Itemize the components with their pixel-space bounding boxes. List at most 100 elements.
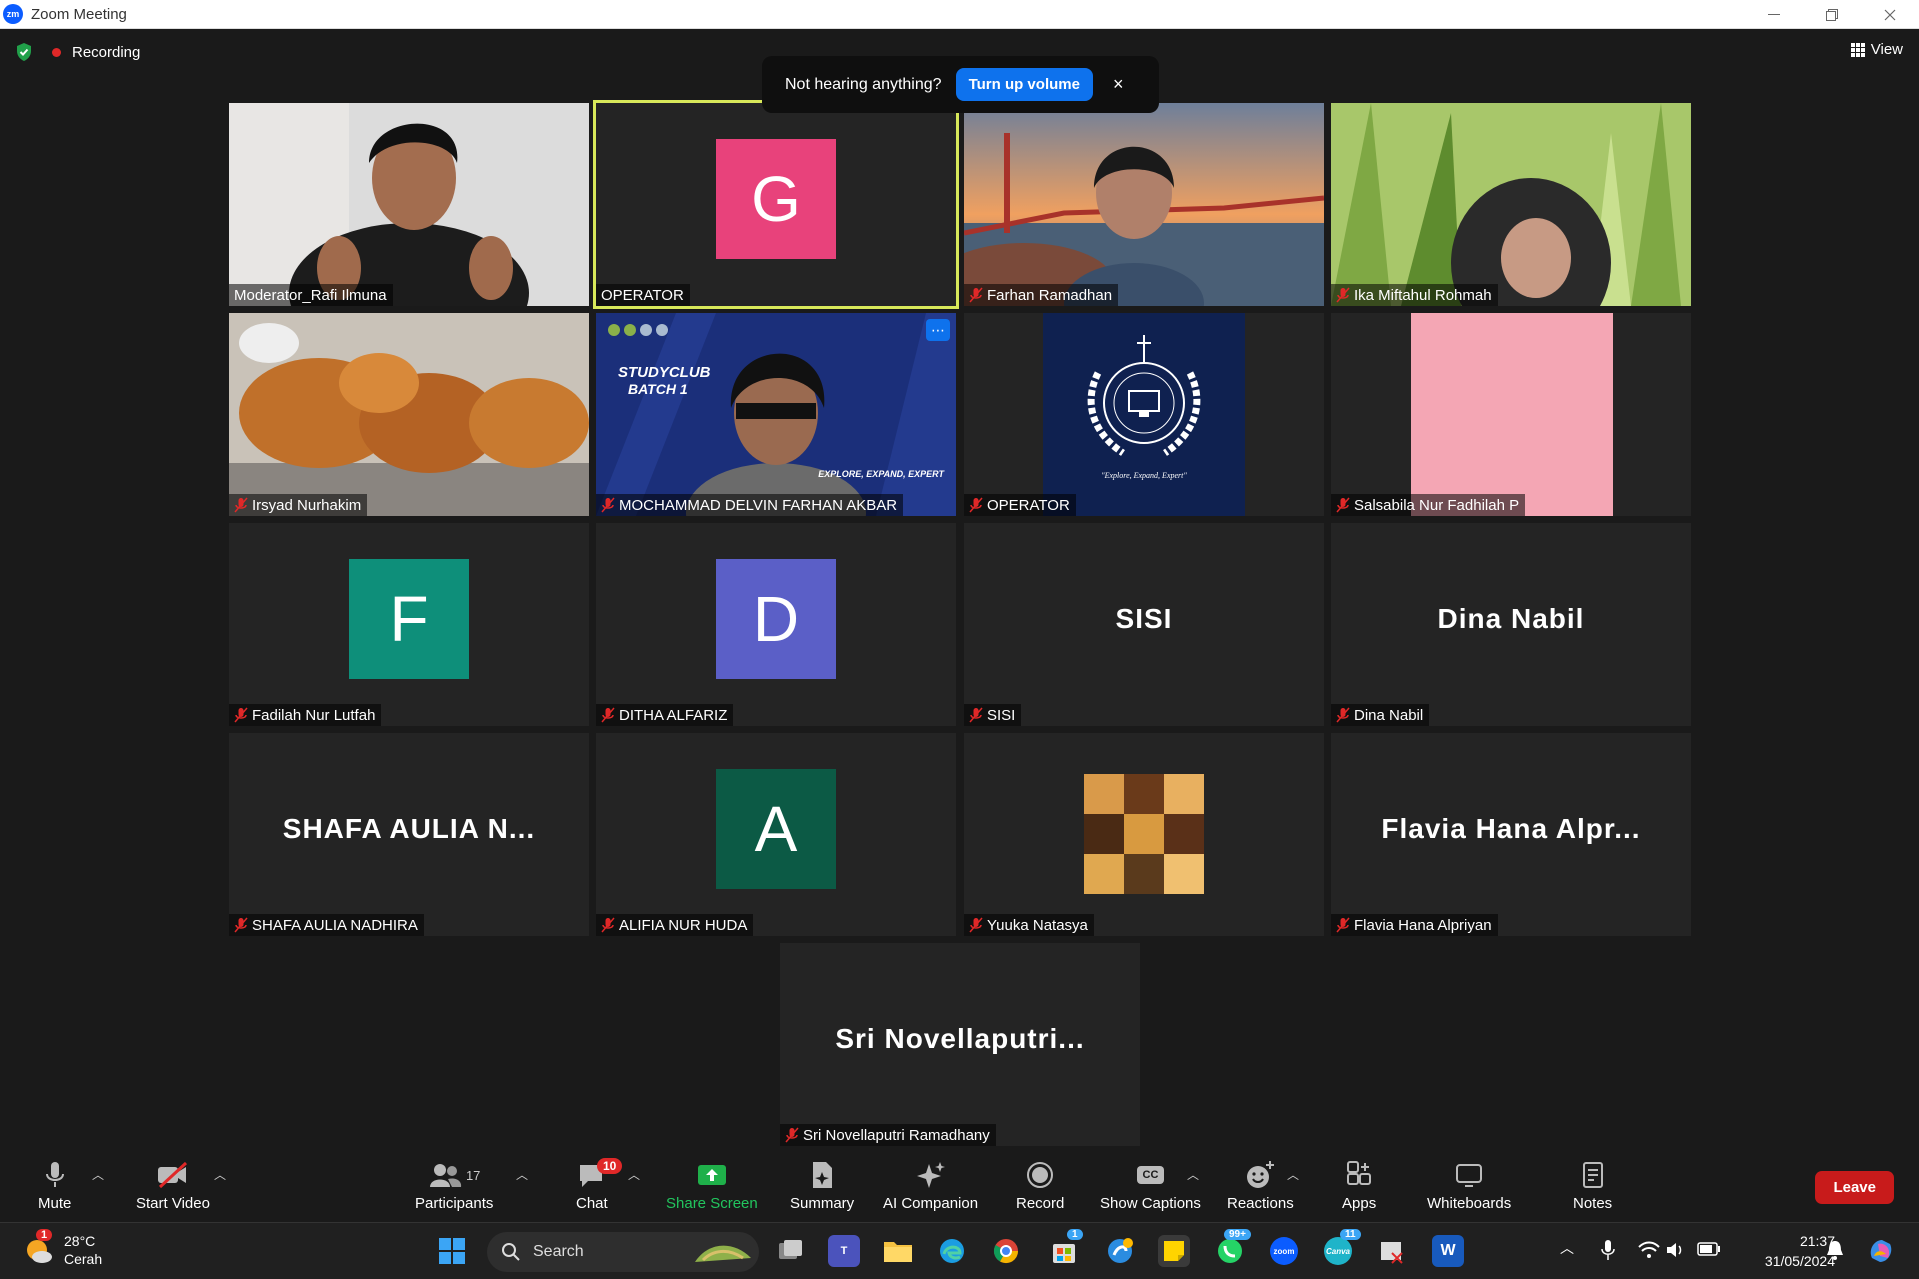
file-explorer-icon[interactable] bbox=[882, 1235, 914, 1267]
participant-name-bar: Salsabila Nur Fadhilah P bbox=[1331, 494, 1526, 516]
participant-name: Flavia Hana Alpriyan bbox=[1354, 916, 1492, 934]
sticky-notes-icon[interactable] bbox=[1158, 1235, 1190, 1267]
close-icon[interactable]: × bbox=[1113, 74, 1124, 95]
avatar-initial: F bbox=[389, 582, 429, 655]
start-video-button[interactable]: Start Video bbox=[136, 1158, 210, 1212]
video-tile[interactable]: D DITHA ALFARIZ bbox=[596, 523, 956, 726]
battery-icon[interactable] bbox=[1697, 1242, 1721, 1256]
summary-icon bbox=[813, 1162, 833, 1188]
avatar-initial: G bbox=[751, 162, 801, 235]
mute-button[interactable]: Mute bbox=[38, 1158, 71, 1212]
video-options-chevron-icon[interactable]: ︿ bbox=[214, 1166, 226, 1183]
reactions-button[interactable]: Reactions bbox=[1227, 1158, 1294, 1212]
muted-mic-icon bbox=[234, 707, 248, 723]
participants-options-chevron-icon[interactable]: ︿ bbox=[516, 1166, 528, 1183]
whiteboards-button[interactable]: Whiteboards bbox=[1427, 1158, 1511, 1212]
edge-icon[interactable] bbox=[936, 1235, 968, 1267]
mute-options-chevron-icon[interactable]: ︿ bbox=[92, 1166, 104, 1183]
participant-name: DITHA ALFARIZ bbox=[619, 706, 728, 724]
word-label: W bbox=[1440, 1242, 1456, 1259]
video-tile[interactable]: SISI SISI bbox=[964, 523, 1324, 726]
wifi-icon[interactable] bbox=[1638, 1241, 1660, 1259]
window-title: Zoom Meeting bbox=[31, 5, 127, 23]
video-tile[interactable]: A ALIFIA NUR HUDA bbox=[596, 733, 956, 936]
quick-assist-icon[interactable] bbox=[1104, 1235, 1136, 1267]
participant-name-bar: Fadilah Nur Lutfah bbox=[229, 704, 382, 726]
encryption-shield-icon[interactable] bbox=[14, 42, 34, 62]
muted-mic-icon bbox=[1336, 287, 1350, 303]
minimize-button[interactable] bbox=[1745, 0, 1803, 29]
store-badge: 1 bbox=[1067, 1229, 1083, 1240]
captions-options-chevron-icon[interactable]: ︿ bbox=[1187, 1166, 1199, 1183]
task-view-icon[interactable] bbox=[774, 1235, 806, 1267]
video-tile[interactable]: Sri Novellaputri... Sri Novellaputri Ram… bbox=[780, 943, 1140, 1146]
chrome-icon[interactable] bbox=[990, 1235, 1022, 1267]
show-captions-button[interactable]: CC Show Captions bbox=[1100, 1158, 1201, 1212]
apps-icon bbox=[1347, 1161, 1372, 1185]
window-controls bbox=[1745, 0, 1919, 29]
video-tile[interactable]: Irsyad Nurhakim bbox=[229, 313, 589, 516]
show-hidden-icons-chevron-icon[interactable]: ︿ bbox=[1560, 1238, 1574, 1258]
participant-name: Farhan Ramadhan bbox=[987, 286, 1113, 304]
video-tile[interactable]: SHAFA AULIA N... SHAFA AULIA NADHIRA bbox=[229, 733, 589, 936]
zoom-taskbar-icon[interactable]: zoom bbox=[1268, 1235, 1300, 1267]
weather-widget[interactable]: 1 28°C Cerah bbox=[22, 1229, 102, 1268]
video-tile[interactable]: Flavia Hana Alpr... Flavia Hana Alpriyan bbox=[1331, 733, 1691, 936]
video-tile[interactable]: STUDYCLUB BATCH 1 EXPLORE, EXPAND, EXPER… bbox=[596, 313, 956, 516]
recording-label[interactable]: Recording bbox=[72, 44, 140, 61]
share-screen-button[interactable]: Share Screen bbox=[666, 1158, 758, 1212]
participant-name-bar: ALIFIA NUR HUDA bbox=[596, 914, 754, 936]
participants-count: 17 bbox=[465, 1167, 481, 1183]
participant-name-bar: SISI bbox=[964, 704, 1022, 726]
close-window-button[interactable] bbox=[1861, 0, 1919, 29]
video-tile[interactable]: "Explore, Expand, Expert" OPERATOR bbox=[964, 313, 1324, 516]
participant-name: OPERATOR bbox=[601, 286, 684, 304]
video-tile[interactable]: Yuuka Natasya bbox=[964, 733, 1324, 936]
participant-video bbox=[596, 313, 956, 516]
muted-mic-icon bbox=[969, 707, 983, 723]
muted-mic-icon bbox=[969, 287, 983, 303]
participant-name-bar: Irsyad Nurhakim bbox=[229, 494, 368, 516]
canva-label: Canva bbox=[1324, 1237, 1352, 1265]
leave-button[interactable]: Leave bbox=[1815, 1171, 1894, 1204]
windows-start-icon[interactable] bbox=[436, 1235, 468, 1267]
video-tile[interactable]: Ika Miftahul Rohmah bbox=[1331, 103, 1691, 306]
microphone-tray-icon[interactable] bbox=[1601, 1239, 1615, 1261]
notification-bell-icon[interactable] bbox=[1826, 1239, 1844, 1261]
view-button[interactable]: View bbox=[1850, 41, 1903, 58]
word-icon[interactable]: W bbox=[1432, 1235, 1464, 1267]
notes-icon bbox=[1582, 1162, 1603, 1188]
participant-video bbox=[1331, 103, 1691, 306]
turn-up-volume-button[interactable]: Turn up volume bbox=[955, 68, 1093, 101]
collage-profile-picture bbox=[1084, 774, 1204, 894]
video-tile[interactable]: Farhan Ramadhan bbox=[964, 103, 1324, 306]
reactions-options-chevron-icon[interactable]: ︿ bbox=[1287, 1166, 1299, 1183]
record-button[interactable]: Record bbox=[1016, 1158, 1064, 1212]
teams-icon[interactable]: T bbox=[828, 1235, 860, 1267]
apps-button[interactable]: Apps bbox=[1342, 1158, 1376, 1212]
ai-companion-button[interactable]: AI Companion bbox=[883, 1158, 978, 1212]
muted-mic-icon bbox=[601, 917, 615, 933]
whiteboards-label: Whiteboards bbox=[1427, 1195, 1512, 1212]
record-label: Record bbox=[1016, 1195, 1065, 1212]
volume-icon[interactable] bbox=[1666, 1241, 1686, 1259]
video-tile[interactable]: Dina Nabil Dina Nabil bbox=[1331, 523, 1691, 726]
restore-button[interactable] bbox=[1803, 0, 1861, 29]
participant-display-name: Sri Novellaputri... bbox=[835, 1023, 1085, 1054]
video-tile[interactable]: Moderator_Rafi Ilmuna bbox=[229, 103, 589, 306]
participants-button[interactable]: 17 Participants bbox=[415, 1158, 493, 1212]
chat-options-chevron-icon[interactable]: ︿ bbox=[628, 1166, 640, 1183]
taskbar-clock[interactable]: 21:37 31/05/2024 bbox=[1765, 1231, 1835, 1271]
video-tile[interactable]: Salsabila Nur Fadhilah P bbox=[1331, 313, 1691, 516]
avatar: G bbox=[716, 138, 836, 259]
video-tile-active-speaker[interactable]: G OPERATOR bbox=[593, 100, 959, 309]
start-video-label: Start Video bbox=[136, 1195, 210, 1212]
summary-button[interactable]: Summary bbox=[790, 1158, 854, 1212]
taskbar-search-box[interactable]: Search bbox=[487, 1232, 759, 1272]
chat-unread-badge: 10 bbox=[597, 1158, 623, 1174]
copilot-icon[interactable] bbox=[1866, 1236, 1896, 1266]
video-tile[interactable]: F Fadilah Nur Lutfah bbox=[229, 523, 589, 726]
more-options-icon[interactable]: ⋯ bbox=[926, 319, 950, 341]
snipping-tool-icon[interactable] bbox=[1376, 1235, 1408, 1267]
notes-button[interactable]: Notes bbox=[1573, 1158, 1612, 1212]
